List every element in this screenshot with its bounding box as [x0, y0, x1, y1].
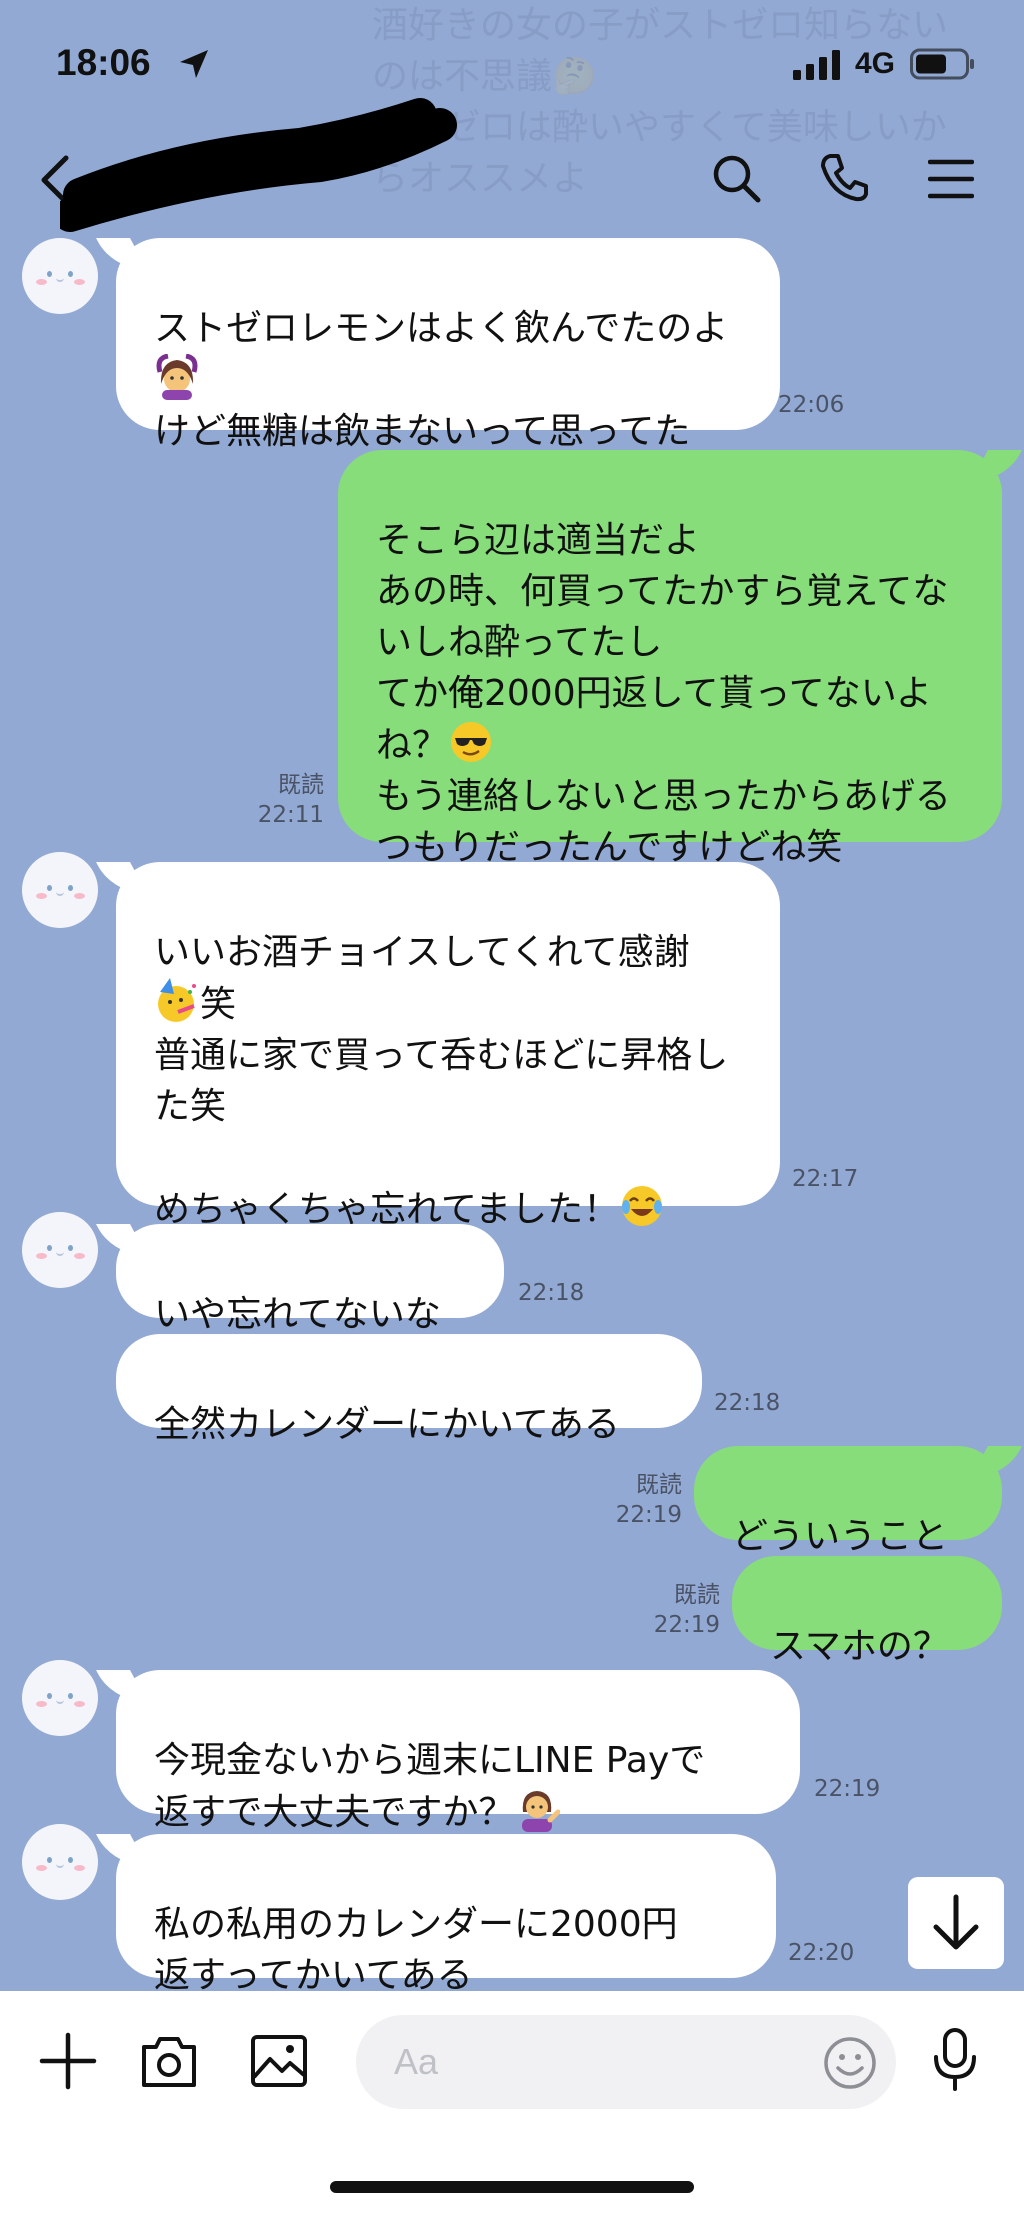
sunglasses-emoji — [448, 719, 494, 765]
message-text: いや忘れてないな — [154, 1294, 441, 1335]
message-bubble[interactable]: 私の私用のカレンダーに2000円返すってかいてある — [116, 1834, 776, 1990]
camera-icon[interactable] — [138, 2031, 200, 2091]
message-text: 笑 — [200, 984, 237, 1025]
message-text: そこら辺は適当だよ — [376, 520, 701, 561]
contact-avatar[interactable] — [22, 238, 98, 314]
message-bubble[interactable]: 全然カレンダーにかいてある — [116, 1334, 702, 1445]
message-bubble[interactable]: ストゼロレモンはよく飲んでたのよ けど無糖は飲まないって思ってた — [116, 238, 780, 452]
message-bubble[interactable]: いいお酒チョイスしてくれて感謝笑普通に家で買って呑むほどに昇格した笑 めちゃくちゃ… — [116, 862, 780, 1230]
plus-icon[interactable] — [38, 2031, 98, 2091]
message-time: 22:19 — [814, 1776, 881, 1802]
message-time: 22:18 — [518, 1280, 585, 1306]
message-text: 今現金ないから週末にLINE Payで — [154, 1740, 706, 1781]
message-time: 22:19 — [653, 1612, 720, 1638]
message-text: 全然カレンダーにかいてある — [154, 1404, 620, 1445]
network-type: 4G — [855, 47, 896, 80]
search-icon[interactable] — [710, 152, 762, 204]
contact-avatar[interactable] — [22, 852, 98, 928]
message-text: 私の私用のカレンダーに2000円 — [154, 1904, 678, 1945]
message-input[interactable] — [356, 2015, 896, 2109]
arrow-down-icon — [933, 1894, 979, 1950]
redaction-scribble — [60, 98, 457, 232]
message-time: 22:11 — [257, 802, 324, 828]
message-time: 22:20 — [788, 1940, 855, 1966]
contact-avatar[interactable] — [22, 1824, 98, 1900]
contact-avatar[interactable] — [22, 1212, 98, 1288]
contact-avatar[interactable] — [22, 1660, 98, 1736]
message-bubble[interactable]: いや忘れてないな — [116, 1224, 504, 1335]
message-text: 返すってかいてある — [154, 1955, 473, 1990]
call-icon[interactable] — [818, 152, 870, 204]
status-time: 18:06 — [56, 42, 151, 83]
message-bubble[interactable]: スマホの？ — [732, 1556, 1002, 1667]
message-text: けど無糖は飲まないって思ってた — [154, 411, 691, 452]
message-text: いいお酒チョイスしてくれて感謝 — [154, 932, 690, 973]
home-indicator — [330, 2181, 694, 2193]
message-time: 22:18 — [714, 1390, 781, 1416]
message-text: 普通に家で買って呑むほどに昇格した笑 — [154, 1035, 729, 1127]
message-text: ストゼロレモンはよく飲んでたのよ — [154, 308, 729, 349]
scroll-to-bottom-button[interactable] — [908, 1877, 1004, 1969]
message-bubble[interactable]: 今現金ないから週末にLINE Payで 返すで大丈夫ですか？ — [116, 1670, 800, 1833]
menu-icon[interactable] — [928, 156, 974, 202]
read-receipt: 既読 — [674, 1582, 720, 1608]
read-receipt: 既読 — [636, 1472, 682, 1498]
microphone-icon[interactable] — [930, 2027, 980, 2093]
message-text: どういうこと — [732, 1516, 949, 1557]
partying-face-emoji — [154, 978, 200, 1024]
image-icon[interactable] — [248, 2031, 310, 2091]
message-input-bar — [0, 1991, 1024, 2216]
tears-of-joy-emoji — [619, 1183, 665, 1229]
message-bubble[interactable]: どういうこと — [694, 1446, 1002, 1557]
message-text: もう連絡しないと思ったからあげるつもりだったんですけどね笑 — [376, 776, 951, 868]
message-time: 22:17 — [792, 1166, 859, 1192]
battery-icon — [910, 48, 974, 80]
read-receipt: 既読 — [278, 772, 324, 798]
woman-gesturing-ok-emoji — [154, 353, 200, 400]
message-text: スマホの？ — [770, 1626, 949, 1667]
woman-tipping-hand-emoji — [514, 1786, 561, 1832]
location-arrow-icon — [180, 50, 208, 78]
emoji-icon[interactable] — [822, 2035, 878, 2091]
message-text: あの時、何買ってたかすら覚えてないしね酔ってたし — [376, 571, 949, 663]
message-time: 22:06 — [778, 392, 845, 418]
chat-area[interactable]: 酒好きの女の子がストゼロ知らないのは不思議🤔 ストゼロは酔いやすくて美味しいから… — [0, 0, 1024, 1990]
cellular-signal-icon — [793, 50, 840, 80]
message-bubble[interactable]: そこら辺は適当だよ あの時、何買ってたかすら覚えてないしね酔ってたし てか俺2000… — [338, 450, 1002, 868]
message-text: 返すで大丈夫ですか？ — [154, 1792, 515, 1833]
message-time: 22:19 — [615, 1502, 682, 1528]
